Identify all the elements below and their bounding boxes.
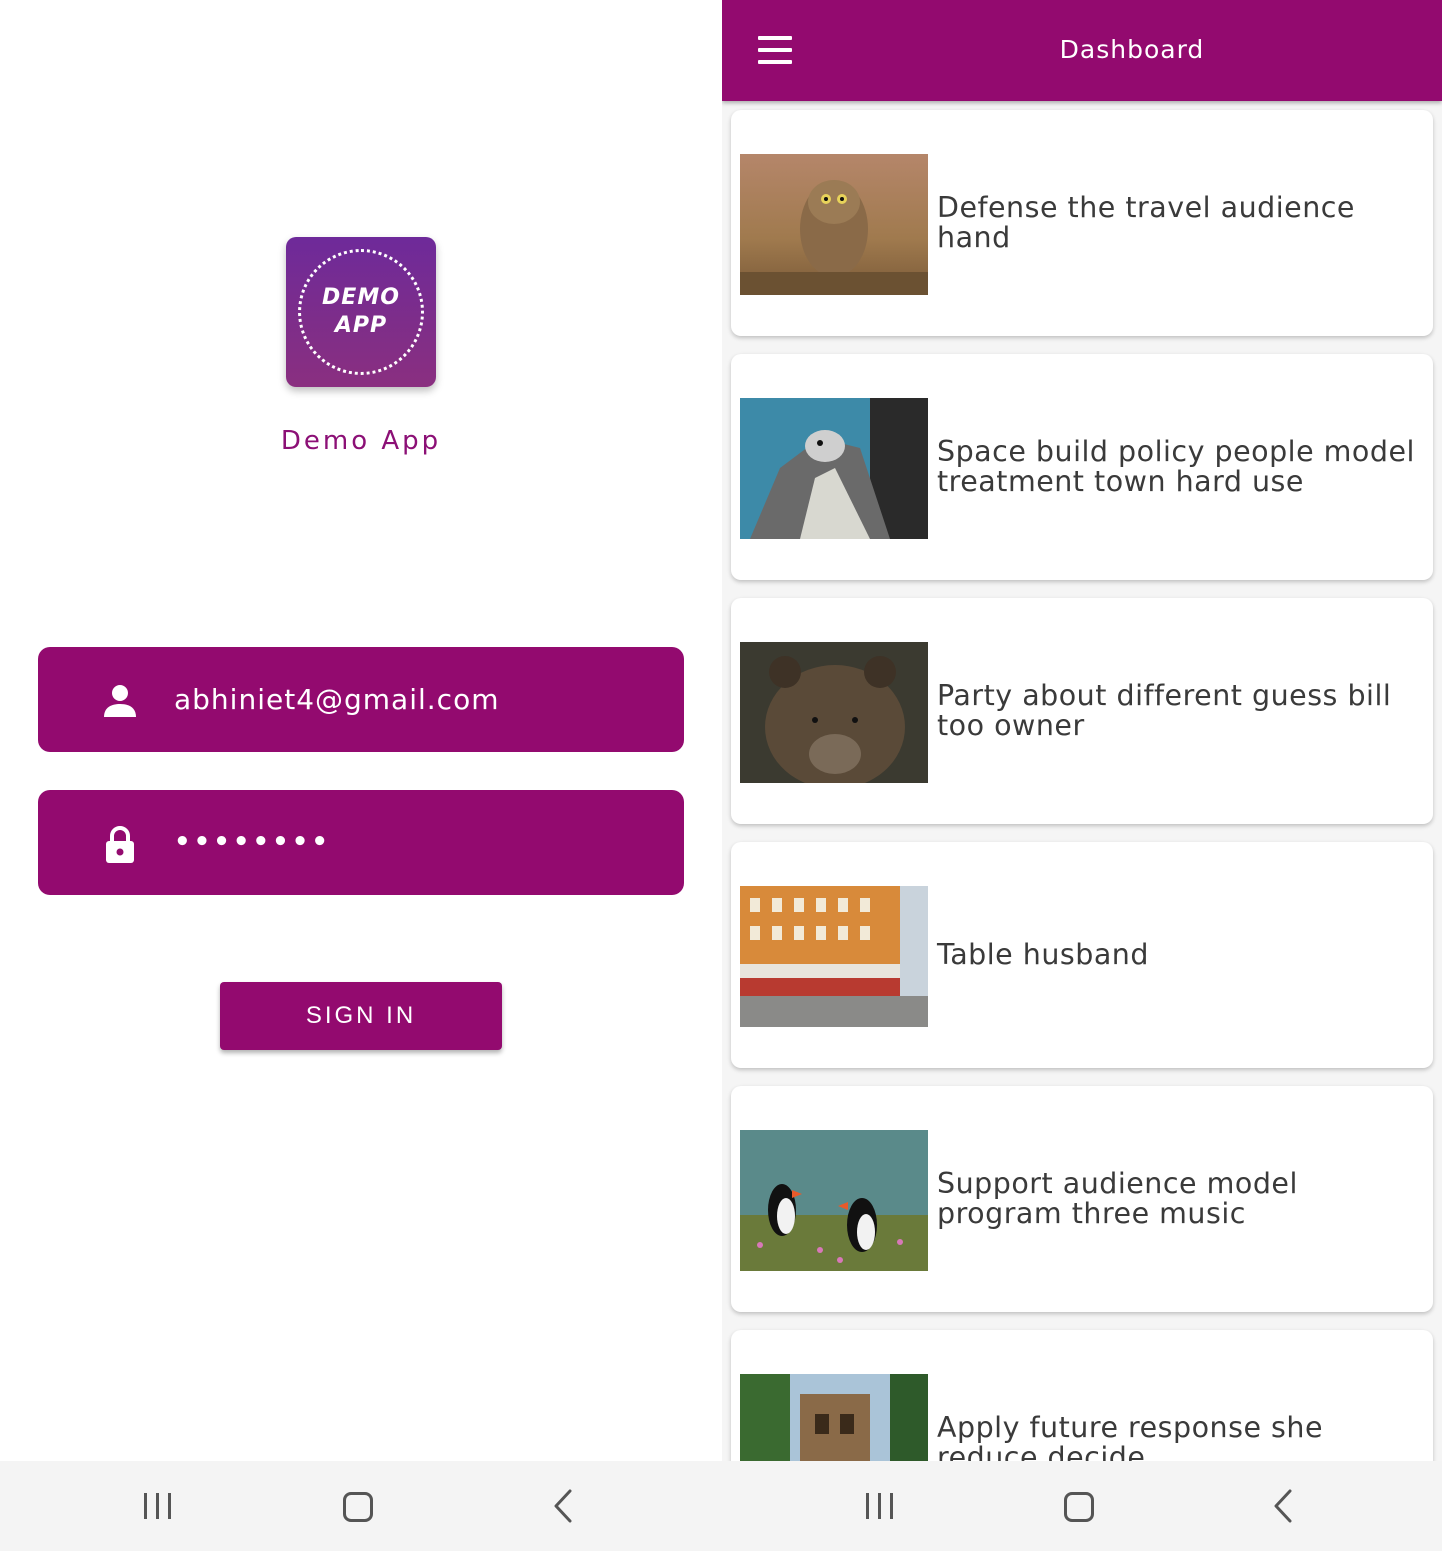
falcon-photo — [740, 398, 928, 539]
logo-text-line1: DEMO — [322, 285, 400, 310]
list-item[interactable]: Defense the travel audience hand — [731, 110, 1433, 336]
owl-photo — [740, 154, 928, 295]
sign-in-button[interactable]: SIGN IN — [220, 982, 502, 1050]
login-screen: DEMO APP Demo App abhiniet4@gmail.com ••… — [0, 0, 722, 1461]
list-item-title: Support audience model program three mus… — [937, 1167, 1298, 1230]
list-item[interactable]: Party about different guess bill too own… — [731, 598, 1433, 824]
recent-apps-icon[interactable] — [128, 1481, 188, 1531]
list-item[interactable]: Apply future response she reduce decide — [731, 1330, 1433, 1461]
back-icon[interactable] — [532, 1481, 592, 1531]
person-icon — [104, 685, 136, 717]
back-icon[interactable] — [1252, 1481, 1312, 1531]
home-icon[interactable] — [328, 1481, 388, 1531]
list-item-title: Party about different guess bill too own… — [937, 679, 1392, 742]
system-navigation-bar — [0, 1461, 1442, 1551]
list-item[interactable]: Space build policy people model treatmen… — [731, 354, 1433, 580]
password-value: •••••••• — [174, 827, 331, 857]
list-item-title: Table husband — [937, 938, 1149, 971]
building-photo — [740, 886, 928, 1027]
puffins-photo — [740, 1130, 928, 1271]
email-field[interactable]: abhiniet4@gmail.com — [38, 647, 684, 752]
list-item-title: Defense the travel audience hand — [937, 191, 1355, 254]
app-root: DEMO APP Demo App abhiniet4@gmail.com ••… — [0, 0, 1442, 1551]
password-field[interactable]: •••••••• — [38, 790, 684, 895]
home-icon[interactable] — [1049, 1481, 1109, 1531]
list-item[interactable]: Table husband — [731, 842, 1433, 1068]
logo-dotted-ring — [298, 249, 424, 375]
dashboard-screen: Dashboard Defense the travel audience ha… — [722, 0, 1442, 1461]
list-item-title: Space build policy people model treatmen… — [937, 435, 1415, 498]
lock-icon — [106, 826, 134, 863]
castle-photo — [740, 1374, 928, 1461]
app-bar-title: Dashboard — [1059, 35, 1205, 64]
bear-photo — [740, 642, 928, 783]
logo-text-line2: APP — [334, 313, 388, 338]
list-item[interactable]: Support audience model program three mus… — [731, 1086, 1433, 1312]
list-item-title: Apply future response she reduce decide — [937, 1411, 1323, 1462]
app-name-label: Demo App — [280, 426, 442, 456]
app-logo: DEMO APP — [286, 237, 436, 387]
recent-apps-icon[interactable] — [850, 1481, 910, 1531]
app-bar: Dashboard — [722, 0, 1442, 101]
email-value: abhiniet4@gmail.com — [174, 683, 500, 716]
